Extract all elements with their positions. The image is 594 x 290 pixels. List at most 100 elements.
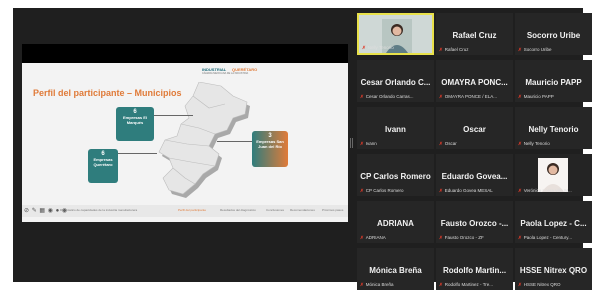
participant-tile[interactable]: CP Carlos Romero ✗ CP Carlos Romero bbox=[357, 154, 434, 196]
participant-label: ✗ Ivann bbox=[360, 141, 432, 147]
muted-mic-icon: ✗ bbox=[439, 141, 443, 146]
connector-line bbox=[153, 115, 193, 116]
muted-mic-icon: ✗ bbox=[439, 235, 443, 240]
participant-label-text: Oscar bbox=[444, 141, 457, 146]
participant-name: Rafael Cruz bbox=[452, 31, 497, 40]
participant-label: ✗ Mauricio PAPP bbox=[518, 94, 590, 100]
participant-label: ✗ Rodolfo Martinez - Tre... bbox=[439, 282, 511, 288]
participant-label-text: Cesar Orlando Carras... bbox=[365, 94, 414, 99]
participant-tile[interactable]: ✗ Verónica Loera villa M... bbox=[515, 154, 592, 196]
tab-resultados[interactable]: Resultados del diagnóstico bbox=[220, 208, 256, 212]
muted-mic-icon: ✗ bbox=[518, 235, 522, 240]
muted-mic-icon: ✗ bbox=[439, 47, 443, 52]
muted-mic-icon: ✗ bbox=[518, 94, 522, 99]
participant-tile[interactable]: ✗ Nelly Tenorio bbox=[357, 13, 434, 55]
participant-label: ✗ ADRIANA bbox=[360, 235, 432, 241]
municipio-card-queretaro: 6 Empresas Querétaro bbox=[88, 149, 118, 183]
presentation-toolbar: ⊘ ✎ ▦ ◉ ● ◉ Diagnóstico de capacidades d… bbox=[22, 205, 348, 217]
participant-tile[interactable]: HSSE Nitrex QRO ✗ HSSE Nitrex QRO bbox=[515, 248, 592, 290]
participant-label: ✗ CP Carlos Romero bbox=[360, 188, 432, 194]
tab-perfil[interactable]: Perfil del participante bbox=[178, 208, 206, 212]
panel-resize-handle[interactable] bbox=[350, 138, 353, 148]
participant-label-text: Nelly Tenorio bbox=[367, 45, 394, 50]
participant-label: ✗ Eduardo Govea MESAL bbox=[439, 188, 511, 194]
participant-tile[interactable]: Rodolfo Martin... ✗ Rodolfo Martinez - Tre… bbox=[436, 248, 513, 290]
participant-name: Paola Lopez - C... bbox=[520, 219, 587, 228]
participant-name: Fausto Orozco -... bbox=[440, 219, 509, 228]
participant-video-person bbox=[538, 158, 568, 192]
muted-mic-icon: ✗ bbox=[518, 47, 522, 52]
participant-label-text: Verónica Loera villa M... bbox=[523, 188, 572, 193]
muted-mic-icon: ✗ bbox=[362, 45, 366, 50]
participant-name: Nelly Tenorio bbox=[528, 125, 579, 134]
connector-line bbox=[217, 141, 253, 142]
muted-mic-icon: ✗ bbox=[360, 141, 364, 146]
participant-label-text: Socorro Uribe bbox=[523, 47, 552, 52]
participant-tile[interactable]: Nelly Tenorio ✗ Nelly Tenorio bbox=[515, 107, 592, 149]
participant-name: Eduardo Govea... bbox=[441, 172, 508, 181]
participant-tile[interactable]: Oscar ✗ Oscar bbox=[436, 107, 513, 149]
participant-name: Rodolfo Martin... bbox=[442, 266, 507, 275]
muted-mic-icon: ✗ bbox=[518, 141, 522, 146]
participant-name: Socorro Uribe bbox=[526, 31, 581, 40]
participant-tile[interactable]: Paola Lopez - C... ✗ Paola Lopez - Century… bbox=[515, 201, 592, 243]
municipio-card-san-juan: 3 Empresas San Juan del Río bbox=[252, 131, 288, 167]
muted-mic-icon: ✗ bbox=[360, 188, 364, 193]
participant-label-text: Nelly Tenorio bbox=[523, 141, 550, 146]
participant-name: ADRIANA bbox=[377, 219, 414, 228]
shared-screen[interactable]: INDUSTRIAL QUERÉTARO CÁMARA MEXICANA DE … bbox=[22, 44, 348, 222]
tab-conclusiones[interactable]: Conclusiones bbox=[266, 208, 284, 212]
muted-mic-icon: ✗ bbox=[518, 188, 522, 193]
participant-label-text: Mónica Breña bbox=[365, 282, 394, 287]
participant-label: ✗ Fausto Orozco - ZF bbox=[439, 235, 511, 241]
participant-label: ✗ Verónica Loera villa M... bbox=[518, 188, 590, 194]
participant-tile[interactable]: Rafael Cruz ✗ Rafael Cruz bbox=[436, 13, 513, 55]
participant-label-text: Fausto Orozco - ZF bbox=[444, 235, 484, 240]
tab-proximos-pasos[interactable]: Próximos pasos bbox=[322, 208, 343, 212]
muted-mic-icon: ✗ bbox=[439, 94, 443, 99]
participant-name: Cesar Orlando C... bbox=[360, 78, 431, 87]
participant-tile[interactable]: Ivann ✗ Ivann bbox=[357, 107, 434, 149]
participant-name: CP Carlos Romero bbox=[360, 172, 431, 181]
queretaro-map bbox=[158, 82, 250, 198]
participant-label-text: CP Carlos Romero bbox=[365, 188, 404, 193]
connector-line bbox=[117, 153, 157, 154]
participant-name: Mónica Breña bbox=[369, 266, 422, 275]
brand-subtitle: CÁMARA MEXICANA DE LA INDUSTRIA bbox=[202, 72, 249, 75]
tab-recomendaciones[interactable]: Recomendaciones bbox=[290, 208, 315, 212]
participant-label-text: HSSE Nitrex QRO bbox=[523, 282, 561, 287]
muted-mic-icon: ✗ bbox=[518, 282, 522, 287]
participant-label: ✗ Nelly Tenorio bbox=[518, 141, 590, 147]
presentation-slide: INDUSTRIAL QUERÉTARO CÁMARA MEXICANA DE … bbox=[22, 63, 348, 222]
participant-label-text: Rodolfo Martinez - Tre... bbox=[444, 282, 494, 287]
participant-tile[interactable]: Fausto Orozco -... ✗ Fausto Orozco - ZF bbox=[436, 201, 513, 243]
participant-tile[interactable]: Cesar Orlando C... ✗ Cesar Orlando Carras.… bbox=[357, 60, 434, 102]
participant-tile[interactable]: Eduardo Govea... ✗ Eduardo Govea MESAL bbox=[436, 154, 513, 196]
muted-mic-icon: ✗ bbox=[439, 282, 443, 287]
participant-label-text: Mauricio PAPP bbox=[523, 94, 554, 99]
participant-label: ✗ Nelly Tenorio bbox=[362, 45, 430, 51]
muted-mic-icon: ✗ bbox=[360, 94, 364, 99]
participant-label: ✗ Mónica Breña bbox=[360, 282, 432, 288]
footer-text: Diagnóstico de capacidades de la industr… bbox=[60, 208, 138, 212]
participant-label: ✗ HSSE Nitrex QRO bbox=[518, 282, 590, 288]
participant-label-text: Rafael Cruz bbox=[444, 47, 469, 52]
muted-mic-icon: ✗ bbox=[439, 188, 443, 193]
participant-tile[interactable]: Socorro Uribe ✗ Socorro Uribe bbox=[515, 13, 592, 55]
participant-label: ✗ Socorro Uribe bbox=[518, 47, 590, 53]
participant-name: Ivann bbox=[385, 125, 406, 134]
participant-label: ✗ Rafael Cruz bbox=[439, 47, 511, 53]
participant-name: HSSE Nitrex QRO bbox=[519, 266, 588, 275]
participant-label-text: Paola Lopez - Century... bbox=[523, 235, 572, 240]
participant-name: Mauricio PAPP bbox=[525, 78, 582, 87]
muted-mic-icon: ✗ bbox=[360, 235, 364, 240]
participant-tile[interactable]: Mauricio PAPP ✗ Mauricio PAPP bbox=[515, 60, 592, 102]
participant-label: ✗ OMAYRA PONCE / ELA... bbox=[439, 94, 511, 100]
participant-label-text: ADRIANA bbox=[365, 235, 386, 240]
muted-mic-icon: ✗ bbox=[360, 282, 364, 287]
participant-label-text: OMAYRA PONCE / ELA... bbox=[444, 94, 497, 99]
participant-tile[interactable]: Mónica Breña ✗ Mónica Breña bbox=[357, 248, 434, 290]
participant-name: OMAYRA PONC... bbox=[441, 78, 508, 87]
participant-tile[interactable]: OMAYRA PONC... ✗ OMAYRA PONCE / ELA... bbox=[436, 60, 513, 102]
participant-tile[interactable]: ADRIANA ✗ ADRIANA bbox=[357, 201, 434, 243]
